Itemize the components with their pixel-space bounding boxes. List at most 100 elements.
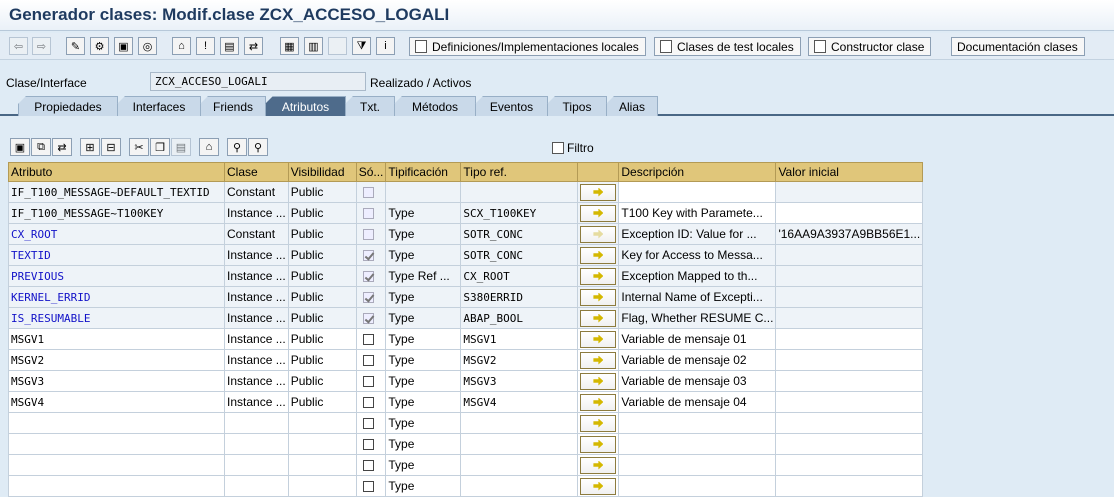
read-only-checkbox[interactable] [362,271,374,283]
attribute-cell[interactable]: MSGV1 [8,328,225,350]
visibility-cell[interactable] [287,412,357,434]
filter-checkbox[interactable] [552,142,564,154]
read-only-checkbox[interactable] [362,355,374,367]
initial-value-cell[interactable] [775,412,924,434]
attribute-cell[interactable] [8,433,225,455]
typing-cell[interactable]: Type [385,286,462,308]
tab-eventos[interactable]: Eventos [475,96,548,116]
initial-value-cell[interactable] [775,370,924,392]
tab-tipos[interactable]: Tipos [547,96,607,116]
table-row[interactable]: IS_RESUMABLE Instance ... Public Type ABAP_B… [8,307,924,329]
description-cell[interactable]: Variable de mensaje 03 [618,370,777,392]
table-row[interactable]: CX_ROOT Constant Public Type SOTR_CONC Except… [8,223,924,245]
activate-icon[interactable]: ! [196,37,215,55]
initial-value-cell[interactable] [775,202,924,224]
visibility-cell[interactable]: Public [287,307,357,329]
description-cell[interactable] [618,475,777,497]
ref-type-cell[interactable] [460,412,579,434]
description-cell[interactable]: Variable de mensaje 01 [618,328,777,350]
table-row[interactable]: TEXTID Instance ... Public Type SOTR_CONC Key… [8,244,924,266]
ref-type-cell[interactable]: MSGV4 [460,391,579,413]
arrow-right-icon[interactable] [580,330,617,348]
attribute-cell[interactable]: TEXTID [8,244,225,266]
find-icon[interactable]: ⚲ [227,138,247,156]
table-row[interactable]: Type [8,412,924,434]
read-only-cell[interactable] [355,265,387,287]
col-valor-inicial[interactable]: Valor inicial [775,162,924,182]
find-next-icon[interactable]: ⚲ [248,138,268,156]
read-only-cell[interactable] [355,307,387,329]
arrow-right-icon[interactable] [580,414,617,432]
read-only-cell[interactable] [355,244,387,266]
nav-cell[interactable] [577,433,620,455]
visibility-cell[interactable] [287,475,357,497]
nav-cell[interactable] [577,349,620,371]
read-only-checkbox[interactable] [362,187,374,199]
nav-cell[interactable] [577,454,620,476]
visibility-cell[interactable]: Public [287,391,357,413]
description-cell[interactable]: Variable de mensaje 04 [618,391,777,413]
class-cell[interactable]: Instance ... [224,349,289,371]
table-row[interactable]: MSGV3 Instance ... Public Type MSGV3 Variable… [8,370,924,392]
read-only-checkbox[interactable] [362,313,374,325]
ref-type-cell[interactable]: SOTR_CONC [460,223,579,245]
attribute-cell[interactable]: KERNEL_ERRID [8,286,225,308]
nav-cell[interactable] [577,475,620,497]
test-icon[interactable]: ⌂ [172,37,191,55]
typing-cell[interactable]: Type [385,433,462,455]
initial-value-cell[interactable] [775,286,924,308]
typing-cell[interactable]: Type [385,244,462,266]
visibility-cell[interactable]: Public [287,202,357,224]
arrow-right-icon[interactable] [580,204,617,222]
insert-row-icon[interactable]: ⊞ [80,138,100,156]
read-only-checkbox[interactable] [362,334,374,346]
table-row[interactable]: PREVIOUS Instance ... Public Type Ref ... CX… [8,265,924,287]
attribute-cell[interactable]: MSGV3 [8,370,225,392]
read-only-cell[interactable] [355,286,387,308]
arrow-right-icon[interactable] [580,267,617,285]
info-icon[interactable]: i [376,37,395,55]
arrow-right-icon[interactable] [580,309,617,327]
attribute-cell[interactable]: IF_T100_MESSAGE~DEFAULT_TEXTID [8,181,225,203]
nav-cell[interactable] [577,370,620,392]
typing-cell[interactable]: Type [385,202,462,224]
visibility-cell[interactable]: Public [287,181,357,203]
read-only-cell[interactable] [355,349,387,371]
class-cell[interactable]: Instance ... [224,328,289,350]
initial-value-cell[interactable] [775,454,924,476]
read-only-checkbox[interactable] [362,229,374,241]
arrow-right-icon[interactable] [580,456,617,474]
nav-cell[interactable] [577,412,620,434]
table-row[interactable]: IF_T100_MESSAGE~DEFAULT_TEXTID Constant Pu… [8,181,924,203]
read-only-cell[interactable] [355,433,387,455]
arrow-right-icon[interactable] [580,351,617,369]
description-cell[interactable] [618,433,777,455]
ref-type-cell[interactable]: S380ERRID [460,286,579,308]
nav-cell[interactable] [577,286,620,308]
tab-atributos[interactable]: Atributos [265,96,346,116]
detail-view-icon[interactable]: ▣ [10,138,30,156]
ref-type-cell[interactable]: MSGV2 [460,349,579,371]
ref-type-cell[interactable]: ABAP_BOOL [460,307,579,329]
read-only-checkbox[interactable] [362,418,374,430]
copy-icon[interactable]: ⧉ [31,138,51,156]
typing-cell[interactable]: Type [385,370,462,392]
class-cell[interactable] [224,433,289,455]
nav-cell[interactable] [577,223,620,245]
read-only-cell[interactable] [355,475,387,497]
ref-type-cell[interactable]: MSGV1 [460,328,579,350]
cut-icon[interactable]: ✂ [129,138,149,156]
typing-cell[interactable]: Type [385,454,462,476]
class-cell[interactable]: Instance ... [224,391,289,413]
description-cell[interactable]: Flag, Whether RESUME C... [618,307,777,329]
print-icon[interactable]: ▥ [304,37,323,55]
class-cell[interactable] [224,454,289,476]
copy-row-icon[interactable]: ❐ [150,138,170,156]
initial-value-cell[interactable] [775,433,924,455]
visibility-cell[interactable]: Public [287,328,357,350]
visibility-cell[interactable] [287,433,357,455]
attribute-cell[interactable] [8,454,225,476]
table-row[interactable]: MSGV2 Instance ... Public Type MSGV2 Variable… [8,349,924,371]
class-cell[interactable]: Instance ... [224,286,289,308]
navigation-window-icon[interactable]: ▦ [280,37,299,55]
